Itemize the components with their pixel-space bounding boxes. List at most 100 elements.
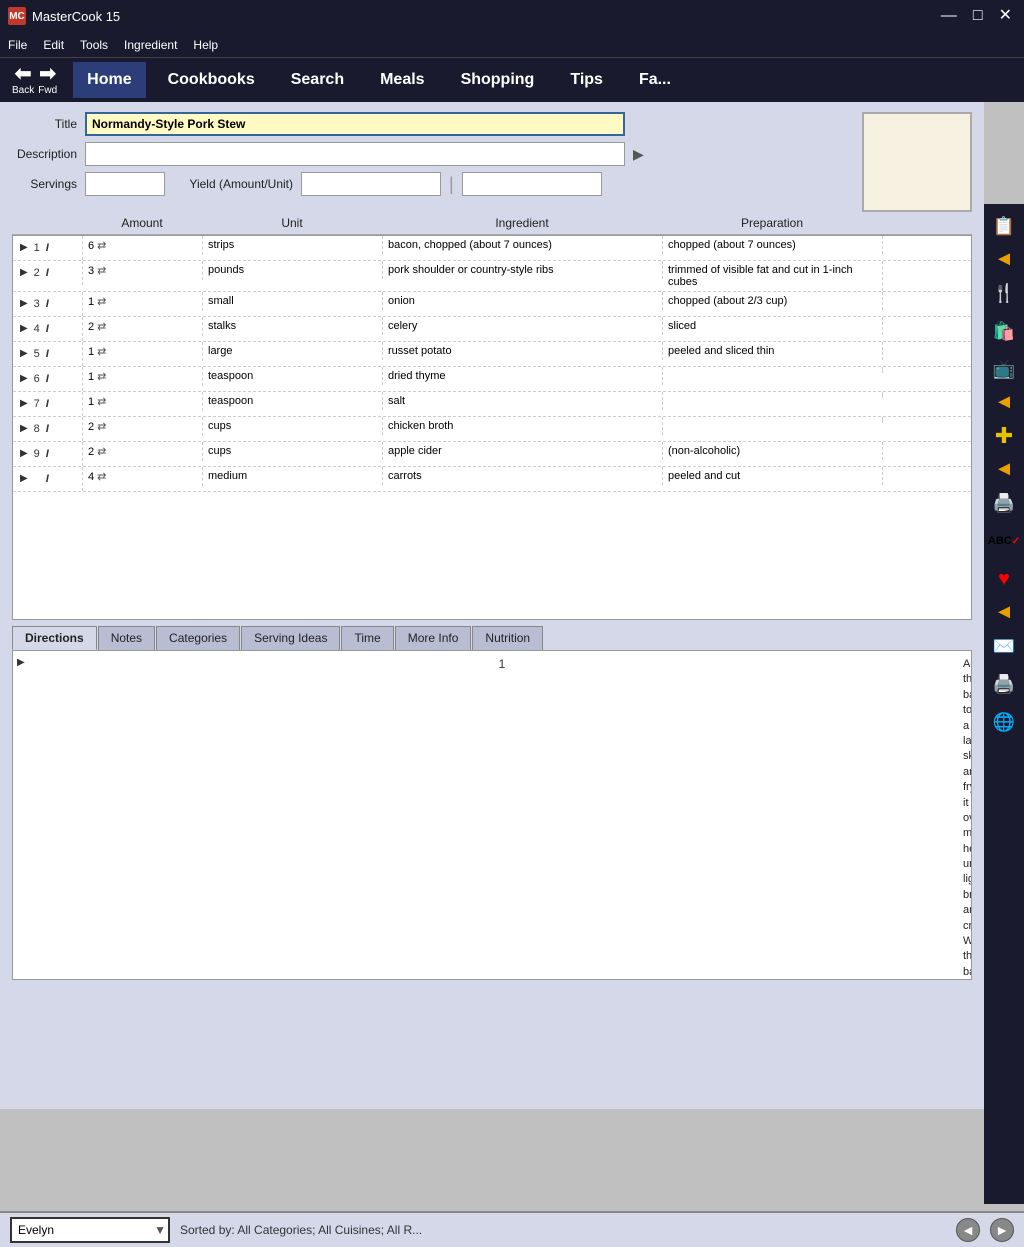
title-input[interactable] (85, 112, 625, 136)
unit-9[interactable]: cups (203, 442, 383, 460)
ingredient-row[interactable]: ▶ 4 I 2 ⇄ stalks celery sliced (13, 317, 971, 342)
toolbar-cookbooks[interactable]: Cookbooks (154, 62, 269, 98)
preparation-2[interactable]: trimmed of visible fat and cut in 1-inch… (663, 261, 883, 291)
sidebar-shop-icon[interactable]: 🛍️ (986, 313, 1022, 349)
tab-nutrition[interactable]: Nutrition (472, 626, 543, 650)
menu-ingredient[interactable]: Ingredient (124, 38, 177, 52)
expand-icon[interactable]: ▶ (633, 146, 644, 163)
unit-1[interactable]: strips (203, 236, 383, 254)
sidebar-arrow-4[interactable]: ◄ (994, 599, 1014, 626)
unit-3[interactable]: small (203, 292, 383, 310)
ingredient-row[interactable]: ▶ 2 I 3 ⇄ pounds pork shoulder or countr… (13, 261, 971, 292)
unit-5[interactable]: large (203, 342, 383, 360)
preparation-5[interactable]: peeled and sliced thin (663, 342, 883, 360)
back-button[interactable]: ⬅ Back (12, 64, 34, 96)
preparation-1[interactable]: chopped (about 7 ounces) (663, 236, 883, 254)
sidebar-fork-icon[interactable]: 🍴 (986, 275, 1022, 311)
ingredient-row[interactable]: ▶ 8 I 2 ⇄ cups chicken broth (13, 417, 971, 442)
row-expand-arrow[interactable]: ▶ (20, 473, 28, 484)
amount-2[interactable]: 3 ⇄ (83, 261, 203, 280)
preparation-3[interactable]: chopped (about 2/3 cup) (663, 292, 883, 310)
unit-8[interactable]: cups (203, 417, 383, 435)
row-expand-arrow[interactable]: ▶ (20, 267, 28, 278)
unit-4[interactable]: stalks (203, 317, 383, 335)
yield-unit-input[interactable] (462, 172, 602, 196)
toolbar-shopping[interactable]: Shopping (447, 62, 549, 98)
sidebar-heart-icon[interactable]: ♥ (986, 561, 1022, 597)
sidebar-abc-icon[interactable]: ABC✓ (986, 523, 1022, 559)
description-input[interactable] (85, 142, 625, 166)
convert-icon-4[interactable]: ⇄ (97, 320, 106, 333)
yield-amount-input[interactable] (301, 172, 441, 196)
row-expand-arrow[interactable]: ▶ (20, 298, 28, 309)
tab-time[interactable]: Time (341, 626, 393, 650)
row-expand-arrow[interactable]: ▶ (20, 373, 28, 384)
maximize-button[interactable]: □ (969, 8, 987, 24)
amount-1[interactable]: 6 ⇄ (83, 236, 203, 255)
convert-icon-8[interactable]: ⇄ (97, 420, 106, 433)
ingredient-row[interactable]: ▶ 6 I 1 ⇄ teaspoon dried thyme (13, 367, 971, 392)
sidebar-print2-icon[interactable]: 🖨️ (986, 666, 1022, 702)
menu-file[interactable]: File (8, 38, 27, 52)
convert-icon-1[interactable]: ⇄ (97, 239, 106, 252)
sidebar-arrow-1[interactable]: ◄ (994, 246, 1014, 273)
amount-7[interactable]: 1 ⇄ (83, 392, 203, 411)
toolbar-meals[interactable]: Meals (366, 62, 438, 98)
row-expand-arrow[interactable]: ▶ (20, 242, 28, 253)
ingredient-8[interactable]: chicken broth (383, 417, 663, 435)
row-expand-arrow[interactable]: ▶ (20, 448, 28, 459)
toolbar-home[interactable]: Home (73, 62, 145, 98)
sidebar-notes-icon[interactable]: 📋 (986, 208, 1022, 244)
sidebar-arrow-3[interactable]: ◄ (994, 456, 1014, 483)
amount-6[interactable]: 1 ⇄ (83, 367, 203, 386)
ingredient-5[interactable]: russet potato (383, 342, 663, 360)
tab-categories[interactable]: Categories (156, 626, 240, 650)
convert-icon-3[interactable]: ⇄ (97, 295, 106, 308)
sidebar-add-icon[interactable]: ✚ (986, 418, 1022, 454)
preparation-8[interactable] (663, 417, 883, 423)
unit-10[interactable]: medium (203, 467, 383, 485)
tab-serving-ideas[interactable]: Serving Ideas (241, 626, 340, 650)
toolbar-more[interactable]: Fa... (625, 62, 685, 98)
ingredient-9[interactable]: apple cider (383, 442, 663, 460)
menu-edit[interactable]: Edit (43, 38, 64, 52)
ingredient-row[interactable]: ▶ I 4 ⇄ medium carrots peeled and cut (13, 467, 971, 492)
convert-icon-5[interactable]: ⇄ (97, 345, 106, 358)
ingredient-10[interactable]: carrots (383, 467, 663, 485)
sidebar-media-icon[interactable]: 📺 (986, 351, 1022, 387)
row-expand-arrow[interactable]: ▶ (20, 348, 28, 359)
prev-record-button[interactable]: ◄ (956, 1218, 980, 1242)
amount-8[interactable]: 2 ⇄ (83, 417, 203, 436)
amount-4[interactable]: 2 ⇄ (83, 317, 203, 336)
preparation-4[interactable]: sliced (663, 317, 883, 335)
tab-directions[interactable]: Directions (12, 626, 97, 650)
convert-icon-7[interactable]: ⇄ (97, 395, 106, 408)
ingredient-7[interactable]: salt (383, 392, 663, 410)
close-button[interactable]: ✕ (995, 8, 1016, 24)
tab-notes[interactable]: Notes (98, 626, 155, 650)
tab-more-info[interactable]: More Info (395, 626, 472, 650)
ingredient-row[interactable]: ▶ 3 I 1 ⇄ small onion chopped (about 2/3… (13, 292, 971, 317)
convert-icon-10[interactable]: ⇄ (97, 470, 106, 483)
preparation-7[interactable] (663, 392, 883, 398)
row-expand-arrow[interactable]: ▶ (20, 323, 28, 334)
sidebar-email-icon[interactable]: ✉️ (986, 628, 1022, 664)
convert-icon-2[interactable]: ⇄ (97, 264, 106, 277)
menu-tools[interactable]: Tools (80, 38, 108, 52)
convert-icon-9[interactable]: ⇄ (97, 445, 106, 458)
amount-5[interactable]: 1 ⇄ (83, 342, 203, 361)
convert-icon-6[interactable]: ⇄ (97, 370, 106, 383)
unit-6[interactable]: teaspoon (203, 367, 383, 385)
ingredient-2[interactable]: pork shoulder or country-style ribs (383, 261, 663, 279)
ingredient-row[interactable]: ▶ 1 I 6 ⇄ strips bacon, chopped (about 7… (13, 236, 971, 261)
sidebar-print-icon[interactable]: 🖨️ (986, 485, 1022, 521)
minimize-button[interactable]: — (937, 8, 961, 24)
unit-7[interactable]: teaspoon (203, 392, 383, 410)
servings-input[interactable] (85, 172, 165, 196)
ingredient-row[interactable]: ▶ 5 I 1 ⇄ large russet potato peeled and… (13, 342, 971, 367)
dir-expand-arrow-1[interactable]: ▶ (13, 651, 49, 674)
ingredient-3[interactable]: onion (383, 292, 663, 310)
amount-3[interactable]: 1 ⇄ (83, 292, 203, 311)
ingredient-4[interactable]: celery (383, 317, 663, 335)
fwd-button[interactable]: ➡ Fwd (38, 64, 57, 96)
